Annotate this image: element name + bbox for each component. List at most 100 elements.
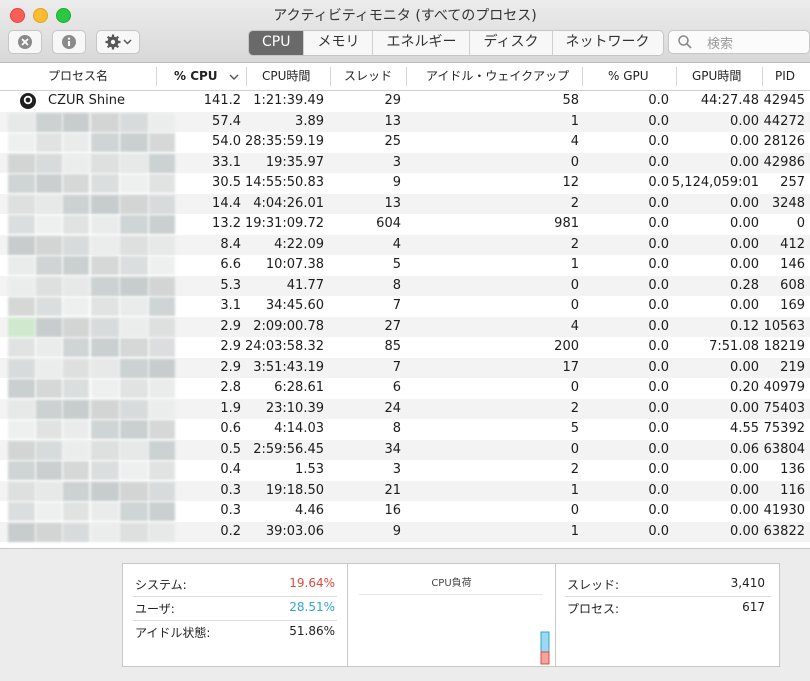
table-row[interactable]: 13.2 19:31:09.72 604 981 0.0 0.00 0 <box>0 214 810 235</box>
table-row[interactable]: 0.6 4:14.03 8 5 0.0 4.55 75392 <box>0 419 810 440</box>
tab-network[interactable]: ネットワーク <box>551 31 663 55</box>
search-field[interactable]: 検索 <box>668 30 810 54</box>
table-row[interactable]: 6.6 10:07.38 5 1 0.0 0.00 146 <box>0 255 810 276</box>
redacted-name-block <box>149 481 175 501</box>
inspect-process-button[interactable] <box>52 30 86 54</box>
table-row[interactable]: 1.9 23:10.39 24 2 0.0 0.00 75403 <box>0 398 810 419</box>
table-row[interactable]: 2.9 3:51:43.19 7 17 0.0 0.00 219 <box>0 357 810 378</box>
cpu-time-cell: 4:22.09 <box>274 236 324 252</box>
table-row[interactable]: 33.1 19:35.97 3 0 0.0 0.00 42986 <box>0 152 810 173</box>
redacted-name-block <box>149 174 175 193</box>
idle-wakeups-cell: 0 <box>570 380 579 395</box>
column-process-name[interactable]: プロセス名 <box>48 63 108 90</box>
table-row[interactable]: 0.3 4.46 16 0 0.0 0.00 41930 <box>0 501 810 522</box>
threads-cell: 34 <box>384 441 401 457</box>
user-label: ユーザ: <box>135 602 175 616</box>
redacted-name-block <box>63 379 89 398</box>
cpu-time-cell: 23:10.39 <box>265 400 324 416</box>
idle-wakeups-cell: 0 <box>570 154 579 170</box>
redacted-name-block <box>120 522 148 542</box>
redacted-name-block <box>120 215 148 234</box>
threads-cell: 3 <box>392 154 401 170</box>
redacted-name-block <box>91 317 119 337</box>
action-menu-button[interactable] <box>96 30 140 54</box>
table-row[interactable]: 0.5 2:59:56.45 34 0 0.0 0.06 63804 <box>0 439 810 460</box>
gpu-percent-cell: 0.0 <box>648 216 669 231</box>
table-row[interactable]: 3.1 34:45.60 7 0 0.0 0.00 169 <box>0 296 810 317</box>
pid-cell: 42945 <box>763 93 805 108</box>
redacted-name-block <box>8 481 35 501</box>
gpu-time-cell: 44:27.48 <box>700 93 759 108</box>
table-row[interactable]: 2.9 2:09:00.78 27 4 0.0 0.12 10563 <box>0 316 810 337</box>
gpu-percent-cell: 0.0 <box>648 400 669 416</box>
tab-energy[interactable]: エネルギー <box>372 31 469 55</box>
process-table[interactable]: CZUR Shine 141.2 1:21:39.49 29 58 0.0 44:27.48… <box>0 91 810 548</box>
stop-process-button[interactable] <box>8 30 42 54</box>
cpu-load-label: CPU負荷 <box>431 578 472 589</box>
table-row[interactable]: 57.4 3.89 13 1 0.0 0.00 44272 <box>0 111 810 132</box>
column-cpu-time[interactable]: CPU時間 <box>262 63 310 90</box>
redacted-name-block <box>91 194 119 214</box>
cpu-time-cell: 6:28.61 <box>274 380 324 395</box>
redacted-name-block <box>36 317 62 337</box>
pid-cell: 41930 <box>763 503 805 518</box>
gpu-percent-cell: 0.0 <box>648 298 669 313</box>
table-row[interactable]: 14.4 4:04:26.01 13 2 0.0 0.00 3248 <box>0 193 810 214</box>
redacted-name-block <box>91 440 119 460</box>
table-row[interactable]: 54.0 28:35:59.19 25 4 0.0 0.00 28126 <box>0 132 810 153</box>
table-row[interactable]: 0.3 19:18.50 21 1 0.0 0.00 116 <box>0 480 810 501</box>
table-row[interactable]: 8.4 4:22.09 4 2 0.0 0.00 412 <box>0 234 810 255</box>
redacted-name-block <box>8 358 35 378</box>
pid-cell: 0 <box>796 216 805 231</box>
redacted-name-block <box>149 420 175 439</box>
redacted-name-block <box>36 194 62 214</box>
gpu-percent-cell: 0.0 <box>648 236 669 252</box>
tab-memory[interactable]: メモリ <box>303 31 372 55</box>
redacted-name-block <box>36 133 62 152</box>
table-row[interactable]: CZUR Shine 141.2 1:21:39.49 29 58 0.0 44:27.48… <box>0 91 810 112</box>
cpu-percent-cell: 5.3 <box>220 277 241 293</box>
threads-cell: 604 <box>376 216 401 231</box>
table-row[interactable]: 5.3 41.77 8 0 0.0 0.28 608 <box>0 275 810 296</box>
cpu-percent-cell: 6.6 <box>220 257 241 272</box>
redacted-name-block <box>120 358 148 378</box>
threads-label: スレッド: <box>567 578 620 592</box>
idle-wakeups-cell: 0 <box>570 298 579 313</box>
redacted-name-block <box>8 399 35 419</box>
table-row[interactable]: 2.8 6:28.61 6 0 0.0 0.20 40979 <box>0 378 810 399</box>
cpu-percent-cell: 57.4 <box>212 113 241 129</box>
table-row[interactable]: 2.9 24:03:58.32 85 200 0.0 7:51.08 18219 <box>0 337 810 358</box>
redacted-name-block <box>91 399 119 419</box>
tab-cpu[interactable]: CPU <box>249 31 304 55</box>
redacted-name-block <box>8 276 35 296</box>
cpu-time-cell: 28:35:59.19 <box>244 134 324 149</box>
redacted-name-block <box>8 502 35 521</box>
table-row[interactable]: 0.2 39:03.06 9 1 0.0 0.00 63822 <box>0 521 810 542</box>
redacted-name-block <box>8 420 35 439</box>
pid-cell: 608 <box>780 277 805 293</box>
gpu-time-cell: 0.00 <box>730 154 759 170</box>
table-row[interactable]: 0.4 1.53 3 2 0.0 0.00 136 <box>0 460 810 481</box>
redacted-name-block <box>63 338 89 357</box>
redacted-name-block <box>149 399 175 419</box>
column-cpu-percent[interactable]: % CPU <box>174 63 218 90</box>
tab-disk[interactable]: ディスク <box>469 31 551 55</box>
column-idle-wakeups[interactable]: アイドル・ウェイクアップ <box>426 63 569 90</box>
gpu-time-cell: 0.00 <box>730 462 759 477</box>
column-gpu-percent[interactable]: % GPU <box>608 63 649 90</box>
gpu-time-cell: 0.12 <box>730 318 759 334</box>
column-threads[interactable]: スレッド <box>344 63 392 90</box>
redacted-name-block <box>8 256 35 275</box>
redacted-name-block <box>36 112 62 132</box>
redacted-name-block <box>120 276 148 296</box>
redacted-name-block <box>120 399 148 419</box>
idle-wakeups-cell: 4 <box>570 318 579 334</box>
redacted-name-block <box>120 235 148 255</box>
table-row[interactable]: 30.5 14:55:50.83 9 12 0.0 5,124,059:01 257 <box>0 173 810 194</box>
redacted-name-block <box>91 256 119 275</box>
redacted-name-block <box>120 461 148 480</box>
pid-cell: 136 <box>780 462 805 477</box>
redacted-name-block <box>63 440 89 460</box>
column-pid[interactable]: PID <box>775 63 795 90</box>
column-gpu-time[interactable]: GPU時間 <box>692 63 741 90</box>
